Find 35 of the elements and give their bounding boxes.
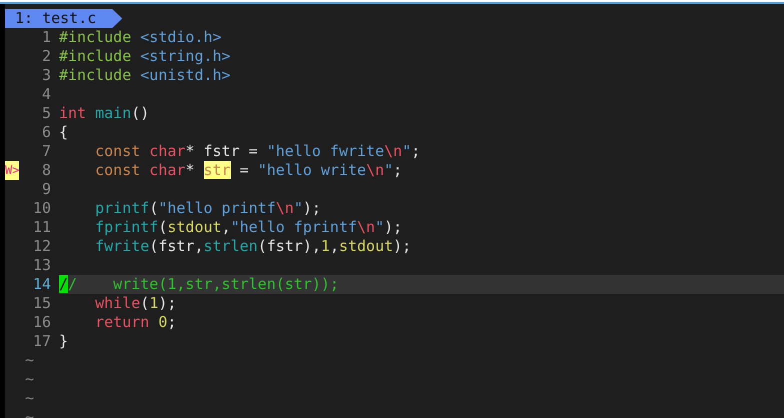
line-number: 5 — [40, 104, 52, 123]
line-number: 1 — [40, 28, 52, 47]
code-line: const char* fstr = "hello fwrite\n"; — [94, 142, 422, 161]
code-line: #include <stdio.h> — [59, 28, 223, 47]
line-number: 10 — [32, 199, 52, 218]
line-number: 6 — [40, 123, 52, 142]
code-line: #include <string.h> — [59, 47, 232, 66]
line-number: 14 — [32, 275, 52, 294]
code-line: } — [59, 332, 70, 351]
line-number: 4 — [40, 85, 52, 104]
code-line: return 0; — [94, 313, 178, 332]
code-line: #include <unistd.h> — [59, 66, 232, 85]
line-number: 2 — [40, 47, 52, 66]
code-line: while(1); — [94, 294, 178, 313]
code-line: printf("hello printf\n"); — [94, 199, 322, 218]
code-line: int main() — [59, 104, 150, 123]
empty-line-marker: ~ — [24, 351, 36, 370]
warning-sign: W> — [5, 161, 20, 180]
line-number: 3 — [40, 66, 52, 85]
line-number: 15 — [32, 294, 52, 313]
line-number: 12 — [32, 237, 52, 256]
line-number: 17 — [32, 332, 52, 351]
line-number: 13 — [32, 256, 52, 275]
line-number: 7 — [40, 142, 52, 161]
empty-line-marker: ~ — [24, 389, 36, 408]
line-number: 16 — [32, 313, 52, 332]
line-number: 11 — [32, 218, 52, 237]
empty-line-marker: ~ — [24, 370, 36, 389]
buffer-tab[interactable]: 1: test.c — [5, 9, 122, 28]
line-number: 8 — [40, 161, 52, 180]
code-line: { — [59, 123, 70, 142]
line-number: 9 — [40, 180, 52, 199]
code-line: fprintf(stdout,"hello fprintf\n"); — [94, 218, 404, 237]
code-line: fwrite(fstr,strlen(fstr),1,stdout); — [94, 237, 412, 256]
code-line: const char* str = "hello write\n"; — [94, 161, 404, 180]
